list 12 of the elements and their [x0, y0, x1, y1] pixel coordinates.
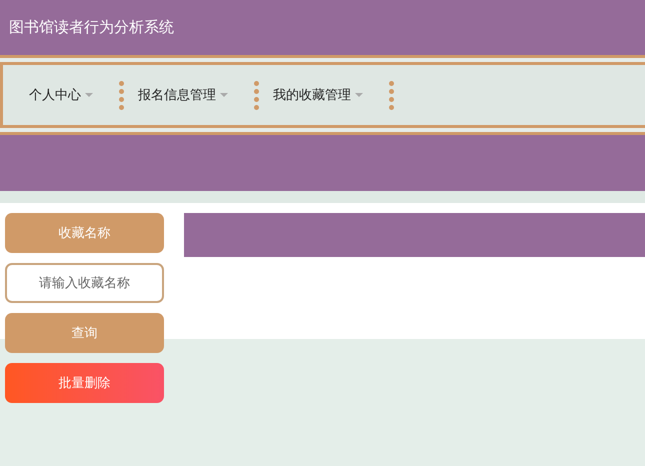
dots-divider-icon — [119, 80, 124, 110]
nav-menu-item[interactable]: 个人中心 — [29, 86, 93, 104]
dots-divider-icon — [254, 80, 259, 110]
nav-menu-item[interactable]: 报名信息管理 — [138, 86, 228, 104]
dots-divider-icon — [389, 80, 394, 110]
caret-icon — [220, 93, 228, 97]
search-field[interactable]: 请输入收藏名称 — [5, 263, 164, 303]
nav-menu-item[interactable]: 我的收藏管理 — [273, 86, 363, 104]
caret-icon — [355, 93, 363, 97]
caret-icon — [85, 93, 93, 97]
app-title: 图书馆读者行为分析系统 — [9, 18, 174, 37]
field-label: 收藏名称 — [5, 213, 164, 253]
